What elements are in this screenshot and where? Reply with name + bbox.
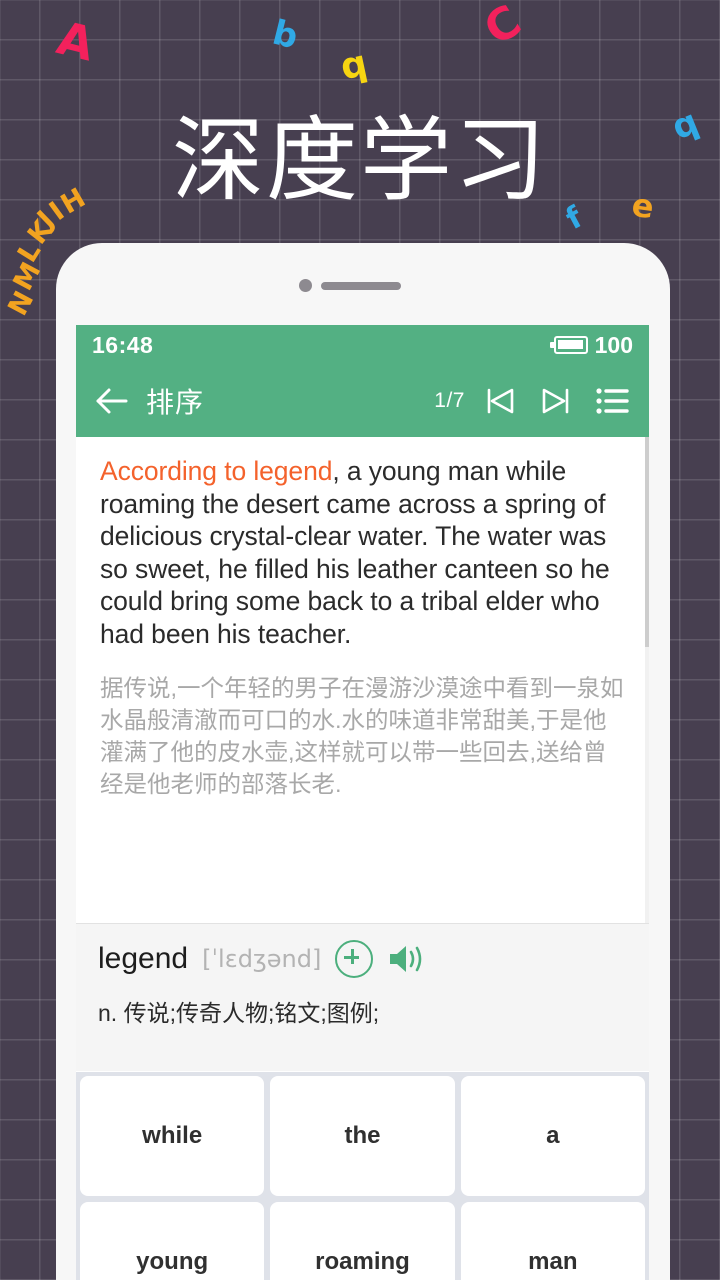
phone-mockup: 16:48 100 排序 1/7 According to legend, a … [56,243,670,1280]
status-bar: 16:48 100 [76,325,649,365]
list-menu-icon [596,388,629,414]
skip-next-icon [542,388,569,414]
dictionary-word: legend [98,942,189,975]
speaker-volume-icon[interactable] [387,941,429,977]
earpiece-speaker-icon [321,282,401,290]
dictionary-panel: legend [ˈlɛdʒənd] n. 传说;传奇人物;铭文;图例; [76,923,649,1071]
decorative-letter-c: C [475,0,531,56]
word-tile[interactable]: roaming [270,1202,455,1280]
battery-full-icon [549,336,588,354]
app-bar: 排序 1/7 [76,365,649,437]
arrow-left-icon [96,388,128,414]
app-bar-title: 排序 [146,387,205,418]
word-tile[interactable]: a [460,1076,645,1196]
dictionary-phonetic: [ˈlɛdʒənd] [202,945,322,973]
speaker-volume-glyph [390,946,422,972]
word-tile[interactable]: while [80,1076,265,1196]
app-promo-screenshot: A b C q q e f NMLKJIH 深度学习 16:48 100 排序 … [0,0,720,1280]
front-camera-icon [299,279,312,292]
battery-level-label: 100 [594,331,633,358]
dictionary-definition: n. 传说;传奇人物;铭文;图例; [98,1000,380,1026]
next-sentence-button[interactable] [535,380,577,422]
plus-circle-icon[interactable] [335,940,374,978]
status-time: 16:48 [92,331,154,358]
decorative-letter-b: b [268,12,302,58]
sentence-list-button[interactable] [591,380,633,422]
word-tile[interactable]: the [270,1076,455,1196]
phone-screen: 16:48 100 排序 1/7 According to legend, a … [76,325,649,1280]
status-bar-right: 100 [549,331,633,359]
reading-scrollbar-track[interactable] [645,437,649,923]
page-title: 深度学习 [171,107,548,214]
previous-sentence-button[interactable] [479,380,521,422]
decorative-letter-a: A [51,10,100,72]
skip-previous-icon [487,388,514,414]
phone-top-bezel [56,243,670,325]
word-tile-grid: while the a young roaming man [76,1071,649,1280]
reading-scrollbar-thumb[interactable] [645,437,649,647]
chinese-translation: 据传说,一个年轻的男子在漫游沙漠途中看到一泉如水晶般清澈而可口的水.水的味道非常… [100,675,624,797]
page-counter: 1/7 [434,389,465,412]
reading-pane: According to legend, a young man while r… [76,437,649,923]
word-tile[interactable]: young [80,1202,265,1280]
dictionary-word-row: legend [ˈlɛdʒənd] [98,940,627,978]
decorative-letter-q-yellow: q [336,42,371,89]
word-tile[interactable]: man [460,1202,645,1280]
english-sentence[interactable]: According to legend, a young man while r… [100,455,625,650]
back-button[interactable] [92,381,132,421]
highlighted-phrase[interactable]: According to legend [100,456,332,486]
